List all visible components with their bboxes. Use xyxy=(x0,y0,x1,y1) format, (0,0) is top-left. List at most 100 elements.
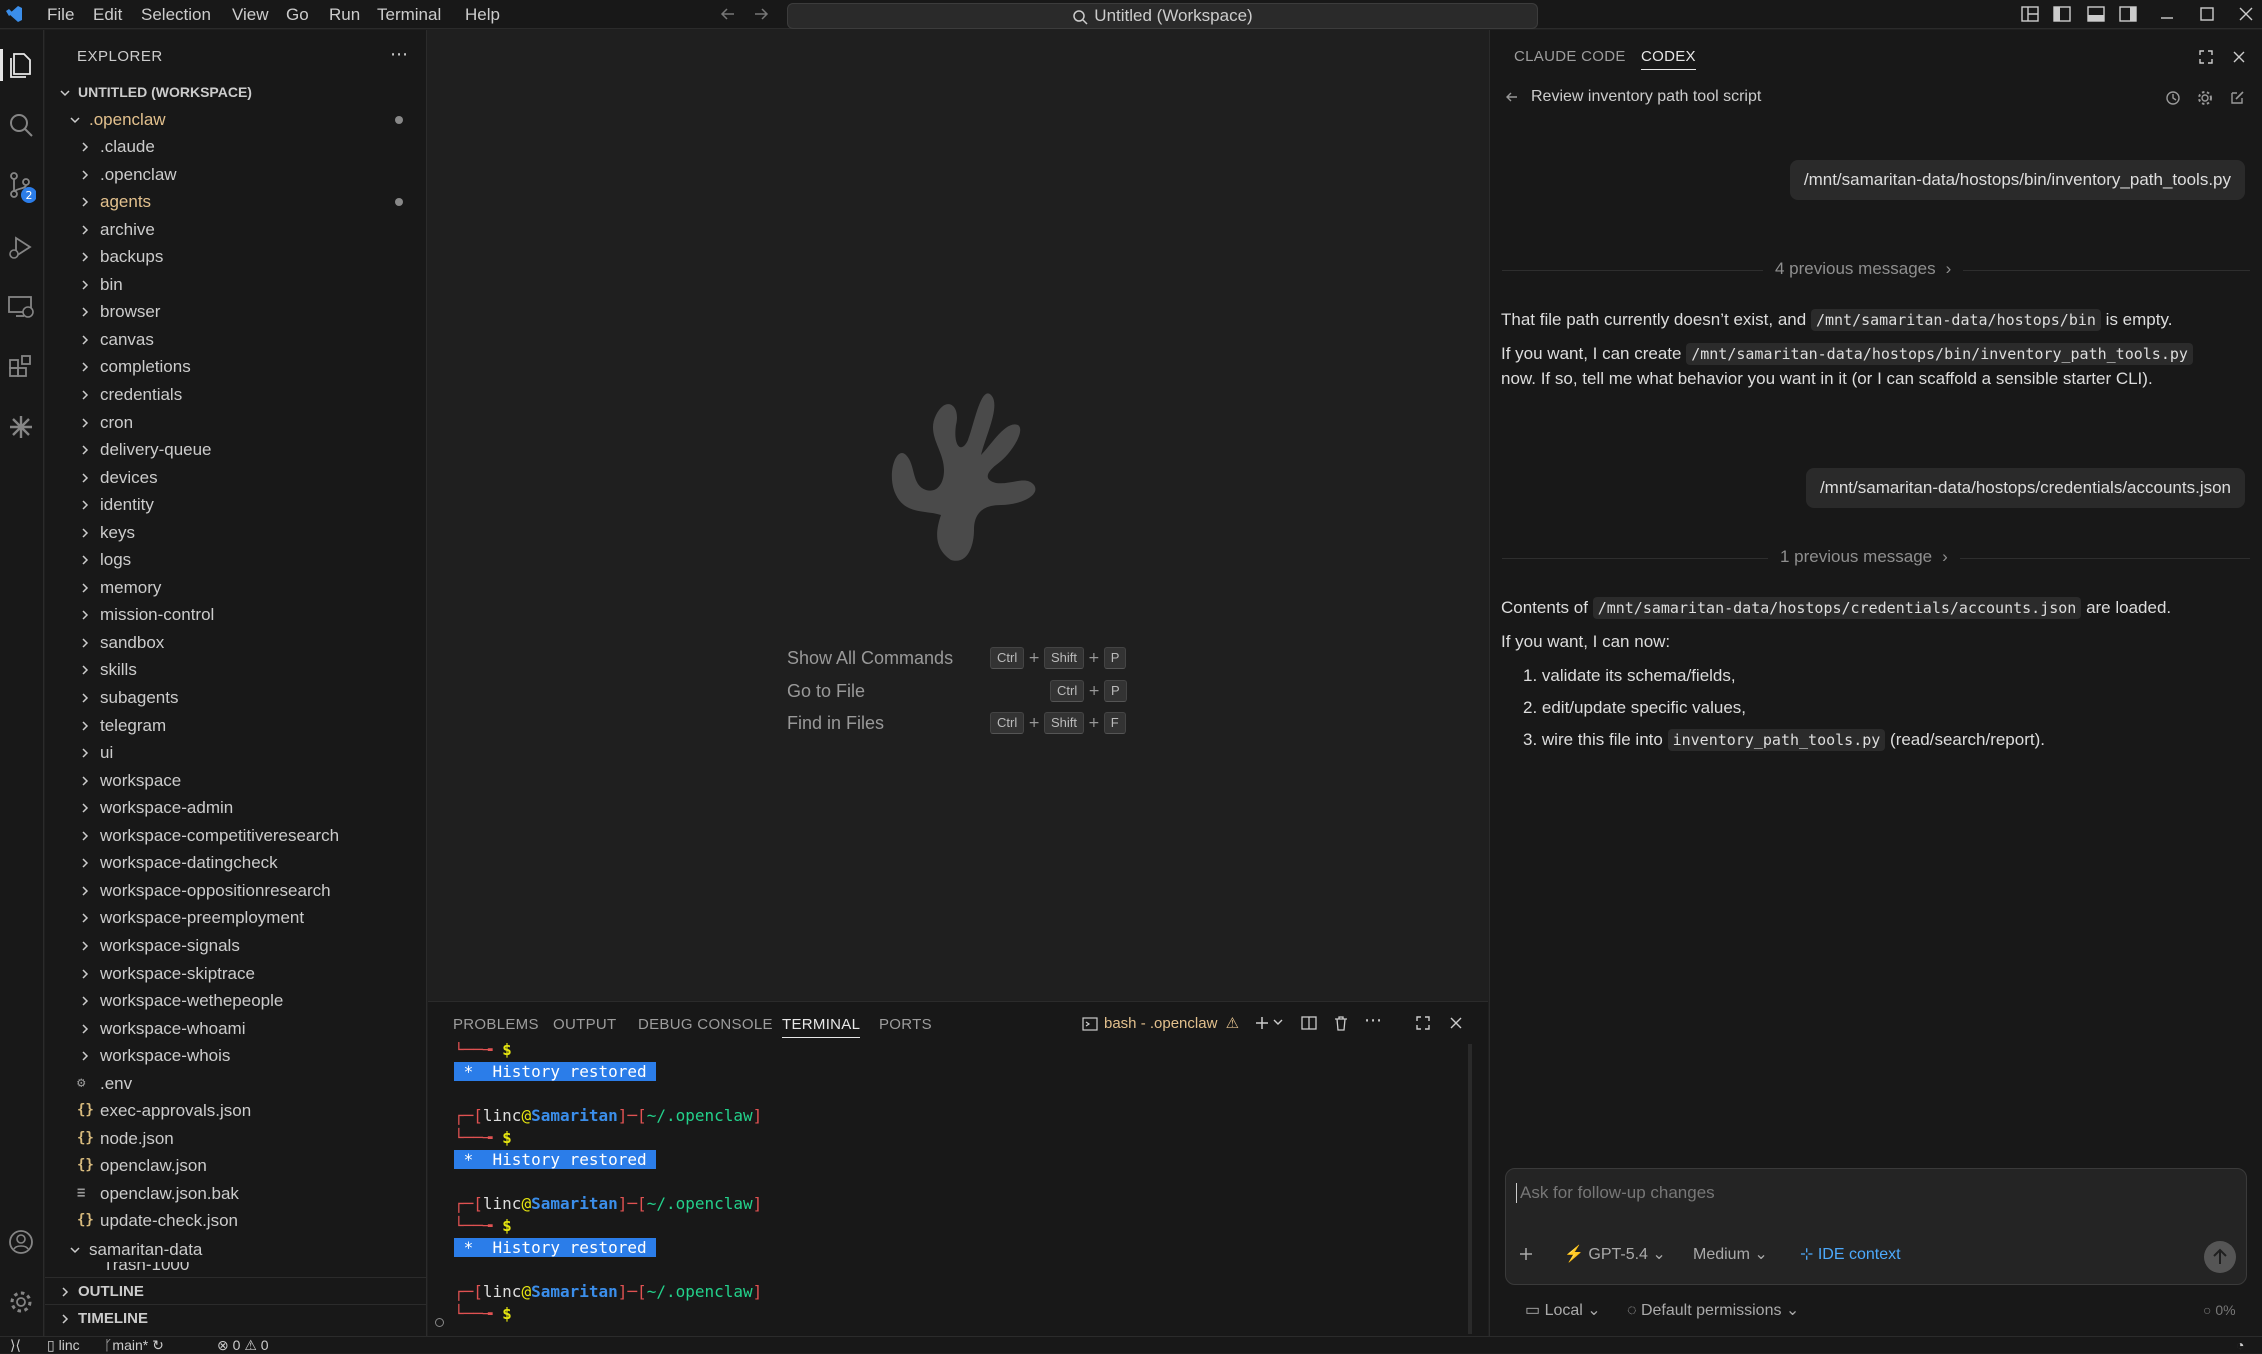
command-center[interactable]: Untitled (Workspace) xyxy=(787,3,1538,29)
effort-selector[interactable]: Medium ⌄ xyxy=(1693,1244,1768,1264)
tab-ports[interactable]: PORTS xyxy=(879,1016,932,1033)
split-terminal-icon[interactable] xyxy=(1300,1014,1318,1032)
toggle-primary-sidebar-icon[interactable] xyxy=(2052,4,2072,24)
forward-arrow-icon[interactable] xyxy=(751,4,771,24)
tab-debug-console[interactable]: DEBUG CONSOLE xyxy=(638,1016,773,1033)
run-debug-icon[interactable] xyxy=(6,232,36,262)
customize-layout-icon[interactable] xyxy=(2020,4,2040,24)
toggle-panel-icon[interactable] xyxy=(2086,4,2106,24)
model-selector[interactable]: ⚡ GPT-5.4 ⌄ xyxy=(1564,1244,1666,1264)
menu-edit[interactable]: Edit xyxy=(93,0,122,29)
folder-sandbox[interactable]: sandbox xyxy=(45,629,427,656)
maximize-panel-icon[interactable] xyxy=(2197,48,2215,66)
file-exec-approvals-json[interactable]: {} exec-approvals.json xyxy=(45,1097,427,1124)
remote-indicator[interactable]: ▯ linc xyxy=(47,1337,80,1354)
folder-workspace-skiptrace[interactable]: workspace-skiptrace xyxy=(45,960,427,987)
toggle-secondary-sidebar-icon[interactable] xyxy=(2118,4,2138,24)
branch-indicator[interactable]: ᚴmain* ↻ xyxy=(104,1337,164,1354)
hint-show-all-commands[interactable]: Show All Commands xyxy=(787,648,953,669)
chevron-down-icon[interactable] xyxy=(1272,1016,1284,1028)
more-actions-icon[interactable]: ⋯ xyxy=(1364,1010,1382,1031)
new-terminal-icon[interactable] xyxy=(1253,1014,1271,1032)
more-actions-icon[interactable]: ⋯ xyxy=(390,44,408,65)
file-dot-env[interactable]: ⚙ .env xyxy=(45,1070,427,1097)
claude-icon[interactable] xyxy=(6,412,36,442)
account-icon[interactable] xyxy=(6,1227,36,1257)
add-attachment-icon[interactable] xyxy=(1517,1245,1535,1263)
folder-backups[interactable]: backups xyxy=(45,243,427,270)
folder-bin[interactable]: bin xyxy=(45,271,427,298)
folder-workspace-admin[interactable]: workspace-admin xyxy=(45,794,427,821)
hint-go-to-file[interactable]: Go to File xyxy=(787,681,865,702)
menu-go[interactable]: Go xyxy=(286,0,309,29)
tab-terminal[interactable]: TERMINAL xyxy=(782,1016,861,1038)
permissions-selector[interactable]: ◌ Default permissions ⌄ xyxy=(1627,1300,1799,1320)
menu-view[interactable]: View xyxy=(232,0,269,29)
send-button[interactable] xyxy=(2204,1241,2236,1273)
back-arrow-icon[interactable] xyxy=(1504,89,1520,105)
previous-messages-toggle[interactable]: 4 previous messages › xyxy=(1763,259,1964,279)
tab-claude-code[interactable]: CLAUDE CODE xyxy=(1514,48,1626,65)
folder-workspace-whois[interactable]: workspace-whois xyxy=(45,1042,427,1069)
folder-workspace-competitiveresearch[interactable]: workspace-competitiveresearch xyxy=(45,822,427,849)
settings-gear-icon[interactable] xyxy=(2196,89,2214,107)
folder-workspace-oppositionresearch[interactable]: workspace-oppositionresearch xyxy=(45,877,427,904)
folder-trash[interactable]: Trash-1000 xyxy=(45,1262,427,1272)
settings-gear-icon[interactable] xyxy=(6,1287,36,1317)
mode-selector[interactable]: ▭ Local ⌄ xyxy=(1525,1300,1601,1320)
search-icon[interactable] xyxy=(6,110,36,140)
folder-mission-control[interactable]: mission-control xyxy=(45,601,427,628)
folder-completions[interactable]: completions xyxy=(45,353,427,380)
folder-keys[interactable]: keys xyxy=(45,519,427,546)
history-icon[interactable] xyxy=(2164,89,2182,107)
tab-problems[interactable]: PROBLEMS xyxy=(453,1016,539,1033)
folder-dot-openclaw[interactable]: .openclaw xyxy=(45,161,427,188)
explorer-icon[interactable] xyxy=(6,50,36,80)
folder-telegram[interactable]: telegram xyxy=(45,712,427,739)
back-arrow-icon[interactable] xyxy=(718,4,738,24)
extensions-icon[interactable] xyxy=(6,352,36,382)
close-panel-icon[interactable] xyxy=(2230,48,2248,66)
file-openclaw-json[interactable]: {} openclaw.json xyxy=(45,1152,427,1179)
terminal-selector[interactable]: bash - .openclaw ⚠ xyxy=(1082,1014,1239,1032)
folder-devices[interactable]: devices xyxy=(45,464,427,491)
minimize-icon[interactable] xyxy=(2157,4,2177,24)
timeline-section[interactable]: TIMELINE xyxy=(45,1304,427,1331)
tab-output[interactable]: OUTPUT xyxy=(553,1016,616,1033)
folder-ui[interactable]: ui xyxy=(45,739,427,766)
folder-cron[interactable]: cron xyxy=(45,409,427,436)
file-update-check-json[interactable]: {} update-check.json xyxy=(45,1207,427,1234)
close-window-icon[interactable] xyxy=(2236,4,2256,24)
file-node-json[interactable]: {} node.json xyxy=(45,1125,427,1152)
trash-icon[interactable] xyxy=(1332,1014,1350,1032)
maximize-panel-icon[interactable] xyxy=(1414,1014,1432,1032)
folder-browser[interactable]: browser xyxy=(45,298,427,325)
terminal-scrollbar[interactable] xyxy=(1468,1044,1472,1334)
menu-selection[interactable]: Selection xyxy=(141,0,211,29)
folder-workspace-signals[interactable]: workspace-signals xyxy=(45,932,427,959)
folder-logs[interactable]: logs xyxy=(45,546,427,573)
folder-root-openclaw[interactable]: .openclaw xyxy=(45,106,427,133)
folder-credentials[interactable]: credentials xyxy=(45,381,427,408)
remote-icon[interactable]: ⟩⟨ xyxy=(10,1337,21,1354)
source-control-icon[interactable]: 2 xyxy=(6,170,36,204)
remote-explorer-icon[interactable] xyxy=(6,292,36,322)
folder-workspace-datingcheck[interactable]: workspace-datingcheck xyxy=(45,849,427,876)
maximize-icon[interactable] xyxy=(2197,4,2217,24)
menu-help[interactable]: Help xyxy=(465,0,500,29)
folder-archive[interactable]: archive xyxy=(45,216,427,243)
folder-workspace[interactable]: workspace xyxy=(45,767,427,794)
folder-canvas[interactable]: canvas xyxy=(45,326,427,353)
folder-workspace-wethepeople[interactable]: workspace-wethepeople xyxy=(45,987,427,1014)
ide-context-toggle[interactable]: ⊹ IDE context xyxy=(1800,1244,1901,1264)
notifications-bell-icon[interactable]: ◔ xyxy=(2236,1337,2244,1354)
folder-identity[interactable]: identity xyxy=(45,491,427,518)
previous-messages-toggle[interactable]: 1 previous message › xyxy=(1768,547,1960,567)
tab-codex[interactable]: CODEX xyxy=(1641,48,1696,70)
menu-run[interactable]: Run xyxy=(329,0,360,29)
workspace-header[interactable]: UNTITLED (WORKSPACE) xyxy=(45,79,427,106)
folder-dot-claude[interactable]: .claude xyxy=(45,133,427,160)
new-chat-icon[interactable] xyxy=(2228,89,2246,107)
close-panel-icon[interactable] xyxy=(1447,1014,1465,1032)
folder-memory[interactable]: memory xyxy=(45,574,427,601)
